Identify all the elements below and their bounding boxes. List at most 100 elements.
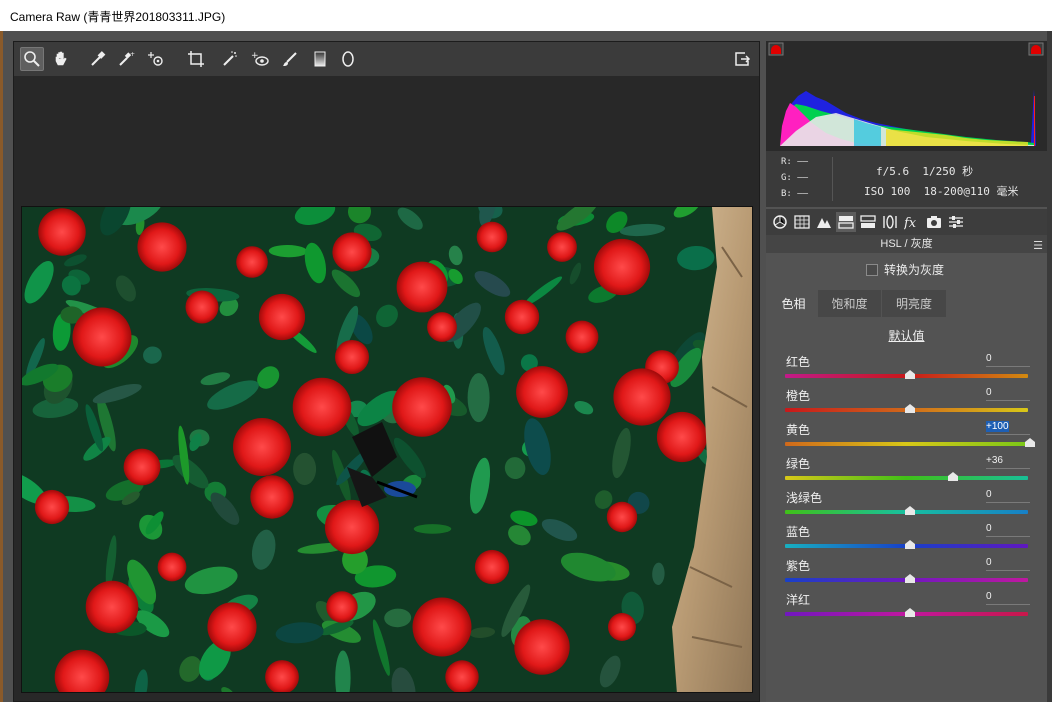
- flower-shape: [392, 377, 452, 437]
- flower-shape: [258, 293, 306, 341]
- slider-value: +100: [986, 421, 1009, 432]
- flower-shape: [265, 660, 299, 692]
- flower-shape: [476, 221, 508, 253]
- flower-shape: [656, 411, 708, 463]
- flower-shape: [250, 475, 294, 519]
- slider-value: +36: [986, 455, 1003, 466]
- flower-shape: [332, 232, 372, 272]
- slider-value-field[interactable]: 0: [986, 523, 1030, 537]
- spot-removal-icon[interactable]: [218, 47, 242, 71]
- flower-shape: [427, 312, 457, 342]
- b-label: B:: [781, 189, 792, 199]
- flower-shape: [233, 418, 291, 476]
- camera-calibration-icon[interactable]: [924, 212, 944, 232]
- color-sampler-icon[interactable]: +: [114, 47, 138, 71]
- flower-shape: [85, 580, 139, 634]
- flower-shape: [72, 307, 132, 367]
- aperture-value: f/5.6: [876, 165, 910, 178]
- tab-luminance[interactable]: 明亮度: [882, 290, 946, 317]
- settings-panel: R: —— G: —— B: —— f/5.6 1/250 秒 ISO 100 …: [766, 41, 1047, 702]
- slider-value: 0: [986, 489, 992, 500]
- export-icon[interactable]: [730, 47, 754, 71]
- b-value: ——: [797, 189, 809, 199]
- flower-shape: [474, 549, 510, 585]
- default-link[interactable]: 默认值: [766, 327, 1047, 344]
- r-value: ——: [797, 157, 809, 167]
- scrollbar: [1047, 31, 1052, 702]
- shadow-clipping-icon[interactable]: [768, 42, 784, 56]
- slider-label: 绿色: [786, 457, 811, 471]
- split-toning-icon[interactable]: [858, 212, 878, 232]
- slider-value-field[interactable]: 0: [986, 489, 1030, 503]
- hand-icon[interactable]: [49, 47, 73, 71]
- slider-value-field[interactable]: 0: [986, 591, 1030, 605]
- highlight-clipping-icon[interactable]: [1028, 42, 1044, 56]
- flower-shape: [185, 290, 219, 324]
- slider-label: 橙色: [786, 389, 811, 403]
- leaf-shape: [467, 373, 490, 423]
- flower-shape: [137, 222, 187, 272]
- flower-shape: [516, 366, 568, 418]
- white-balance-icon[interactable]: [86, 47, 110, 71]
- basic-panel-icon[interactable]: [770, 212, 790, 232]
- lens-corrections-icon[interactable]: [880, 212, 900, 232]
- convert-grayscale-label: 转换为灰度: [884, 263, 945, 277]
- flower-shape: [335, 340, 369, 374]
- tone-curve-icon[interactable]: [792, 212, 812, 232]
- radial-filter-icon[interactable]: [336, 47, 360, 71]
- slider-label: 蓝色: [786, 525, 811, 539]
- flower-shape: [396, 261, 448, 313]
- slider-value-field[interactable]: +36: [986, 455, 1030, 469]
- presets-icon[interactable]: [946, 212, 966, 232]
- panel-menu-icon[interactable]: ☰: [1033, 237, 1043, 255]
- flower-shape: [504, 299, 540, 335]
- flower-shape: [326, 591, 358, 623]
- slider-value-field[interactable]: 0: [986, 353, 1030, 367]
- slider-label: 浅绿色: [786, 491, 823, 505]
- slider-row: 蓝色 0: [785, 523, 1031, 557]
- red-eye-icon[interactable]: +: [248, 47, 272, 71]
- panel-tabs: fx: [766, 209, 1047, 235]
- hsl-tabs: 色相 饱和度 明亮度: [770, 290, 1047, 317]
- flower-shape: [593, 238, 651, 296]
- slider-value-field[interactable]: 0: [986, 387, 1030, 401]
- zoom-icon[interactable]: [20, 47, 44, 71]
- convert-grayscale-checkbox[interactable]: 转换为灰度: [866, 261, 944, 278]
- flower-shape: [565, 320, 599, 354]
- svg-text:+: +: [251, 51, 259, 61]
- tab-saturation[interactable]: 饱和度: [818, 290, 881, 317]
- camera-info: R: —— G: —— B: —— f/5.6 1/250 秒 ISO 100 …: [766, 151, 1047, 207]
- flower-shape: [608, 613, 636, 641]
- flower-shape: [123, 448, 161, 486]
- slider-value: 0: [986, 353, 992, 364]
- flower-shape: [547, 232, 577, 262]
- detail-icon[interactable]: [814, 212, 834, 232]
- slider-value-field[interactable]: +100: [986, 421, 1030, 435]
- flower-shape: [236, 246, 268, 278]
- slider-track[interactable]: [785, 442, 1028, 446]
- brush-icon[interactable]: [278, 47, 302, 71]
- svg-text:+: +: [130, 51, 135, 58]
- slider-track[interactable]: [785, 476, 1028, 480]
- crop-icon[interactable]: [184, 47, 208, 71]
- target-adjustment-icon[interactable]: [144, 47, 168, 71]
- slider-value-field[interactable]: 0: [986, 557, 1030, 571]
- window-title: Camera Raw (青青世界201803311.JPG): [10, 10, 226, 24]
- section-header: HSL / 灰度 ☰: [766, 235, 1047, 253]
- section-title: HSL / 灰度: [880, 238, 933, 250]
- leaf-shape: [413, 524, 452, 534]
- slider-row: 红色 0: [785, 353, 1031, 387]
- flower-shape: [207, 602, 257, 652]
- slider-value: 0: [986, 523, 992, 534]
- checkbox-box[interactable]: [866, 263, 878, 276]
- flower-shape: [514, 619, 570, 675]
- window-edge: [0, 31, 3, 702]
- effects-icon[interactable]: fx: [902, 212, 922, 232]
- shutter-value: 1/250 秒: [922, 165, 974, 178]
- slider-label: 紫色: [786, 559, 811, 573]
- svg-text:fx: fx: [904, 216, 917, 230]
- graduated-filter-icon[interactable]: [308, 47, 332, 71]
- flower-shape: [157, 552, 187, 582]
- hsl-panel-icon[interactable]: [836, 212, 856, 232]
- tab-hue[interactable]: 色相: [770, 290, 817, 317]
